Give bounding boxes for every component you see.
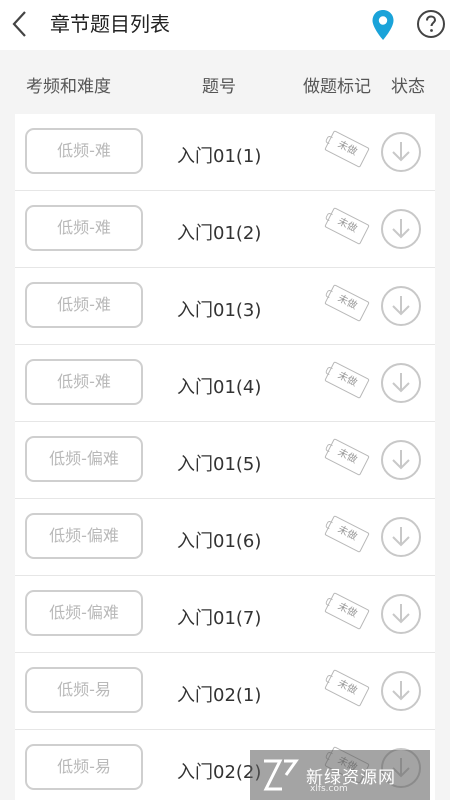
difficulty-tag: 低频-偏难 [25,590,143,636]
question-number: 入门01(4) [177,377,262,398]
download-button[interactable] [380,670,422,712]
back-button[interactable] [6,9,32,39]
location-pin-icon [372,10,394,40]
download-circle-icon [381,594,421,634]
watermark-url: xlfs.com [310,784,348,794]
download-circle-icon [381,132,421,172]
not-done-stamp: 未做 [324,361,370,399]
difficulty-tag: 低频-易 [25,744,143,790]
question-number: 入门01(5) [177,454,262,475]
difficulty-tag: 低频-难 [25,128,143,174]
not-done-stamp: 未做 [324,592,370,630]
question-row[interactable]: 低频-难 入门01(2) 未做 [15,191,435,268]
download-button[interactable] [380,593,422,635]
download-circle-icon [381,517,421,557]
difficulty-tag: 低频-偏难 [25,436,143,482]
question-row[interactable]: 低频-偏难 入门01(7) 未做 [15,576,435,653]
question-row[interactable]: 低频-偏难 入门01(5) 未做 [15,422,435,499]
not-done-stamp: 未做 [324,515,370,553]
question-row[interactable]: 低频-难 入门01(1) 未做 [15,114,435,191]
download-circle-icon [381,209,421,249]
question-number: 入门01(2) [177,223,262,244]
page-title: 章节题目列表 [50,12,170,36]
column-header-number: 题号 [202,77,236,97]
location-button[interactable] [371,9,395,41]
not-done-stamp: 未做 [324,207,370,245]
difficulty-tag: 低频-难 [25,359,143,405]
watermark-logo-icon [263,759,299,791]
difficulty-tag: 低频-偏难 [25,513,143,559]
difficulty-tag: 低频-难 [25,205,143,251]
download-circle-icon [381,363,421,403]
question-list: 低频-难 入门01(1) 未做 低频-难 入门01(2) 未做 低频-难 入门0… [15,114,435,800]
help-button[interactable] [416,9,446,39]
question-number: 入门01(6) [177,531,262,552]
not-done-stamp: 未做 [324,669,370,707]
download-circle-icon [381,286,421,326]
question-number: 入门01(7) [177,608,262,629]
question-row[interactable]: 低频-偏难 入门01(6) 未做 [15,499,435,576]
not-done-stamp: 未做 [324,438,370,476]
question-number: 入门01(1) [177,146,262,167]
download-button[interactable] [380,439,422,481]
question-number: 入门02(1) [177,685,262,706]
question-row[interactable]: 低频-易 入门02(1) 未做 [15,653,435,730]
question-row[interactable]: 低频-难 入门01(3) 未做 [15,268,435,345]
question-circle-icon [417,10,445,38]
column-header-row: 考频和难度 题号 做题标记 状态 [0,50,450,114]
difficulty-tag: 低频-难 [25,282,143,328]
site-watermark: 新绿资源网 xlfs.com [250,750,430,800]
download-button[interactable] [380,208,422,250]
column-header-frequency: 考频和难度 [26,77,111,97]
download-button[interactable] [380,516,422,558]
download-circle-icon [381,671,421,711]
question-number: 入门01(3) [177,300,262,321]
download-circle-icon [381,440,421,480]
download-button[interactable] [380,285,422,327]
not-done-stamp: 未做 [324,284,370,322]
column-header-mark: 做题标记 [303,77,371,97]
download-button[interactable] [380,362,422,404]
difficulty-tag: 低频-易 [25,667,143,713]
question-number: 入门02(2) [177,762,262,783]
not-done-stamp: 未做 [324,130,370,168]
question-row[interactable]: 低频-难 入门01(4) 未做 [15,345,435,422]
download-button[interactable] [380,131,422,173]
column-header-status: 状态 [391,77,425,97]
top-app-bar: 章节题目列表 [0,0,450,50]
chevron-left-icon [12,11,26,37]
